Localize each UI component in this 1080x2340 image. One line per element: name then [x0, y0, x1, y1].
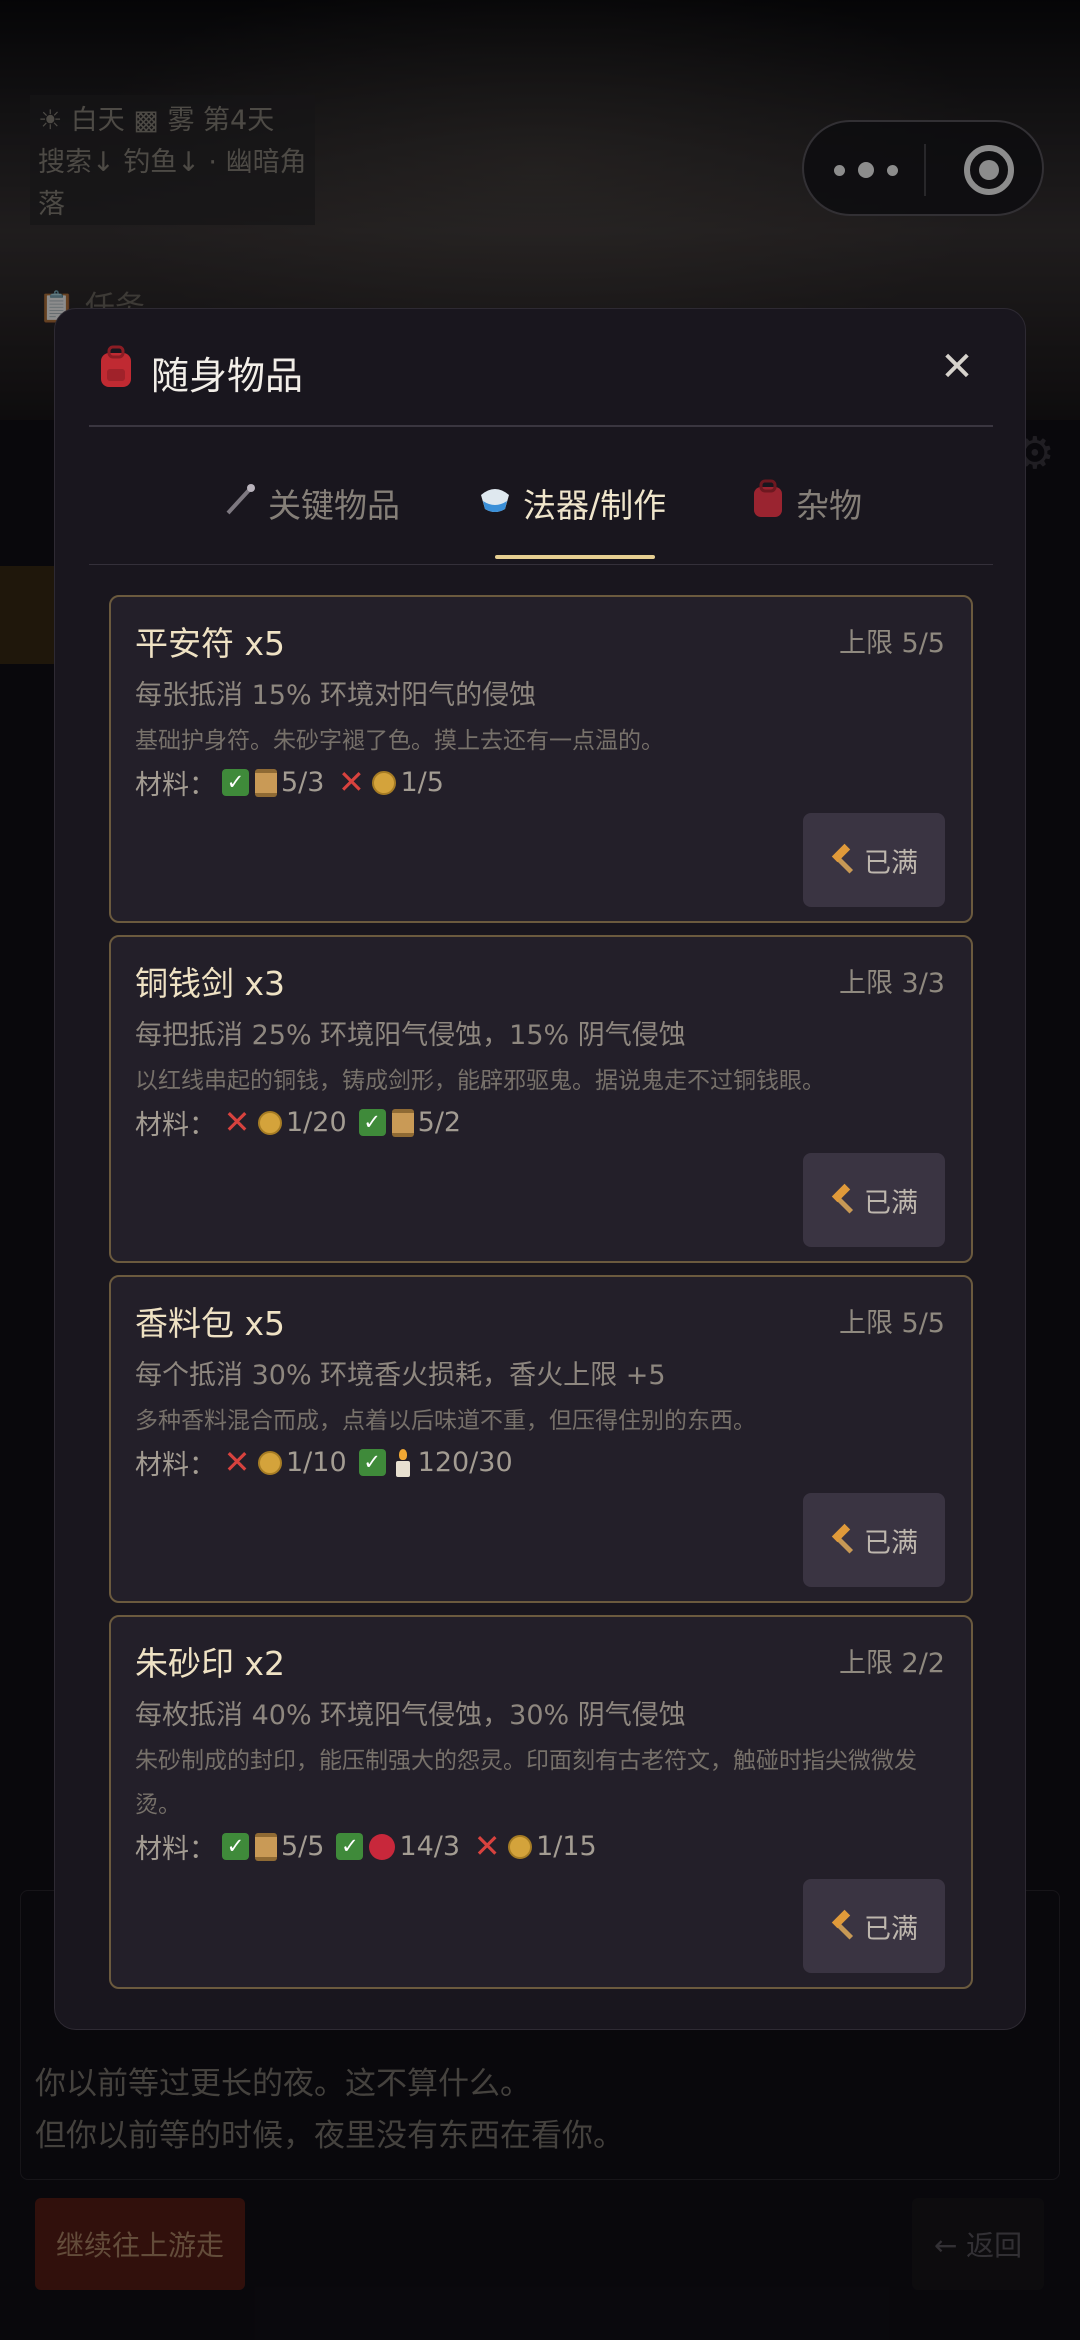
item-effect: 每张抵消 15% 环境对阳气的侵蚀	[135, 680, 537, 711]
coin-icon	[258, 1450, 282, 1475]
backpack-icon	[101, 345, 131, 387]
item-name: 香料包 x5	[135, 1304, 286, 1343]
item-description: 多种香料混合而成，点着以后味道不重，但压得住别的东西。	[135, 1408, 756, 1434]
modal-title: 随身物品	[151, 354, 304, 398]
hammer-icon	[830, 847, 856, 873]
tab-misc[interactable]: 杂物	[748, 479, 862, 559]
cross-icon: ✕	[473, 1826, 501, 1865]
button-label: 已满	[864, 1187, 918, 1219]
scroll-icon	[255, 1832, 277, 1861]
craft-full-button[interactable]: 已满	[803, 1493, 945, 1587]
cross-icon: ✕	[338, 762, 365, 801]
item-card: 香料包 x5 上限 5/5 每个抵消 30% 环境香火损耗，香火上限 +5 多种…	[109, 1275, 973, 1603]
item-materials: 材料： ✓ 5/3 ✕ 1/5	[135, 763, 456, 802]
scroll-icon	[255, 768, 277, 797]
item-materials: 材料： ✕ 1/10 ✓ 120/30	[135, 1443, 525, 1482]
material: ✓ 14/3	[336, 1831, 460, 1862]
materials-label: 材料：	[135, 770, 216, 801]
item-card: 铜钱剑 x3 上限 3/3 每把抵消 25% 环境阳气侵蚀，15% 阴气侵蚀 以…	[109, 935, 973, 1263]
backpack-icon	[754, 479, 782, 517]
scroll-icon	[391, 1108, 414, 1137]
potion-icon	[481, 489, 509, 512]
hammer-icon	[830, 1527, 856, 1553]
material-count: 1/20	[286, 1107, 347, 1138]
material: ✕ 1/5	[336, 762, 444, 801]
item-limit: 上限 5/5	[838, 628, 945, 659]
check-icon: ✓	[358, 1109, 386, 1136]
material-count: 5/2	[417, 1107, 462, 1138]
item-effect: 每把抵消 25% 环境阳气侵蚀，15% 阴气侵蚀	[135, 1020, 686, 1051]
candle-icon	[395, 1448, 410, 1477]
tab-label: 杂物	[796, 486, 862, 525]
button-label: 已满	[864, 1913, 918, 1945]
material: ✕ 1/20	[222, 1102, 347, 1141]
item-description: 基础护身符。朱砂字褪了色。摸上去还有一点温的。	[135, 728, 664, 754]
item-limit: 上限 5/5	[838, 1308, 945, 1339]
material-count: 14/3	[399, 1831, 461, 1862]
materials-label: 材料：	[135, 1450, 216, 1481]
cinnabar-icon	[369, 1833, 396, 1860]
cross-icon: ✕	[223, 1442, 251, 1481]
item-limit: 上限 2/2	[838, 1648, 945, 1679]
material: ✓ 5/2	[358, 1107, 462, 1138]
modal-header: 随身物品 ✕	[55, 309, 1025, 427]
coin-icon	[258, 1110, 282, 1135]
material-count: 5/3	[281, 767, 325, 798]
item-effect: 每个抵消 30% 环境香火损耗，香火上限 +5	[135, 1360, 666, 1391]
material: ✓ 5/5	[222, 1831, 324, 1862]
material: ✕ 1/15	[472, 1826, 597, 1865]
material: ✓ 120/30	[358, 1447, 513, 1478]
material-count: 1/15	[536, 1831, 597, 1862]
craft-full-button[interactable]: 已满	[803, 1153, 945, 1247]
item-card: 平安符 x5 上限 5/5 每张抵消 15% 环境对阳气的侵蚀 基础护身符。朱砂…	[109, 595, 973, 923]
check-icon: ✓	[336, 1833, 364, 1860]
coin-icon	[508, 1834, 533, 1859]
item-card: 朱砂印 x2 上限 2/2 每枚抵消 40% 环境阳气侵蚀，30% 阴气侵蚀 朱…	[109, 1615, 973, 1989]
tab-bar: 关键物品 法器/制作 杂物	[55, 479, 1025, 559]
coin-icon	[372, 770, 397, 795]
tab-label: 关键物品	[268, 486, 400, 525]
active-tab-indicator	[495, 555, 655, 559]
item-description: 朱砂制成的封印，能压制强大的怨灵。印面刻有古老符文，触碰时指尖微微发烫。	[135, 1748, 917, 1818]
inventory-modal: 随身物品 ✕ 关键物品 法器/制作 杂物 平安符 x5 上限 5/5 每张抵消 …	[54, 308, 1026, 2030]
close-icon[interactable]: ✕	[935, 345, 979, 389]
check-icon: ✓	[222, 1833, 249, 1860]
cross-icon: ✕	[223, 1102, 251, 1141]
material-count: 5/5	[281, 1831, 325, 1862]
hammer-icon	[830, 1913, 856, 1939]
item-name: 铜钱剑 x3	[135, 964, 286, 1003]
item-limit: 上限 3/3	[838, 968, 945, 999]
material-count: 1/10	[286, 1447, 347, 1478]
materials-label: 材料：	[135, 1110, 216, 1141]
craft-full-button[interactable]: 已满	[803, 1879, 945, 1973]
material: ✕ 1/10	[222, 1442, 347, 1481]
item-materials: 材料： ✓ 5/5 ✓ 14/3 ✕ 1/15	[135, 1827, 609, 1866]
button-label: 已满	[864, 847, 918, 879]
tab-label: 法器/制作	[523, 486, 667, 525]
materials-label: 材料：	[135, 1834, 216, 1865]
divider	[89, 564, 993, 565]
check-icon: ✓	[358, 1449, 386, 1476]
tab-craft[interactable]: 法器/制作	[475, 479, 666, 559]
material-count: 1/5	[400, 767, 444, 798]
item-name: 平安符 x5	[135, 624, 286, 663]
item-description: 以红线串起的铜钱，铸成剑形，能辟邪驱鬼。据说鬼走不过铜钱眼。	[135, 1068, 825, 1094]
wand-icon	[226, 484, 255, 515]
craft-full-button[interactable]: 已满	[803, 813, 945, 907]
material-count: 120/30	[417, 1447, 513, 1478]
item-materials: 材料： ✕ 1/20 ✓ 5/2	[135, 1103, 473, 1142]
button-label: 已满	[864, 1527, 918, 1559]
item-effect: 每枚抵消 40% 环境阳气侵蚀，30% 阴气侵蚀	[135, 1700, 686, 1731]
material: ✓ 5/3	[222, 767, 324, 798]
check-icon: ✓	[222, 769, 249, 796]
hammer-icon	[830, 1187, 856, 1213]
tab-key-items[interactable]: 关键物品	[220, 479, 400, 559]
divider	[89, 425, 993, 427]
item-name: 朱砂印 x2	[135, 1644, 286, 1683]
